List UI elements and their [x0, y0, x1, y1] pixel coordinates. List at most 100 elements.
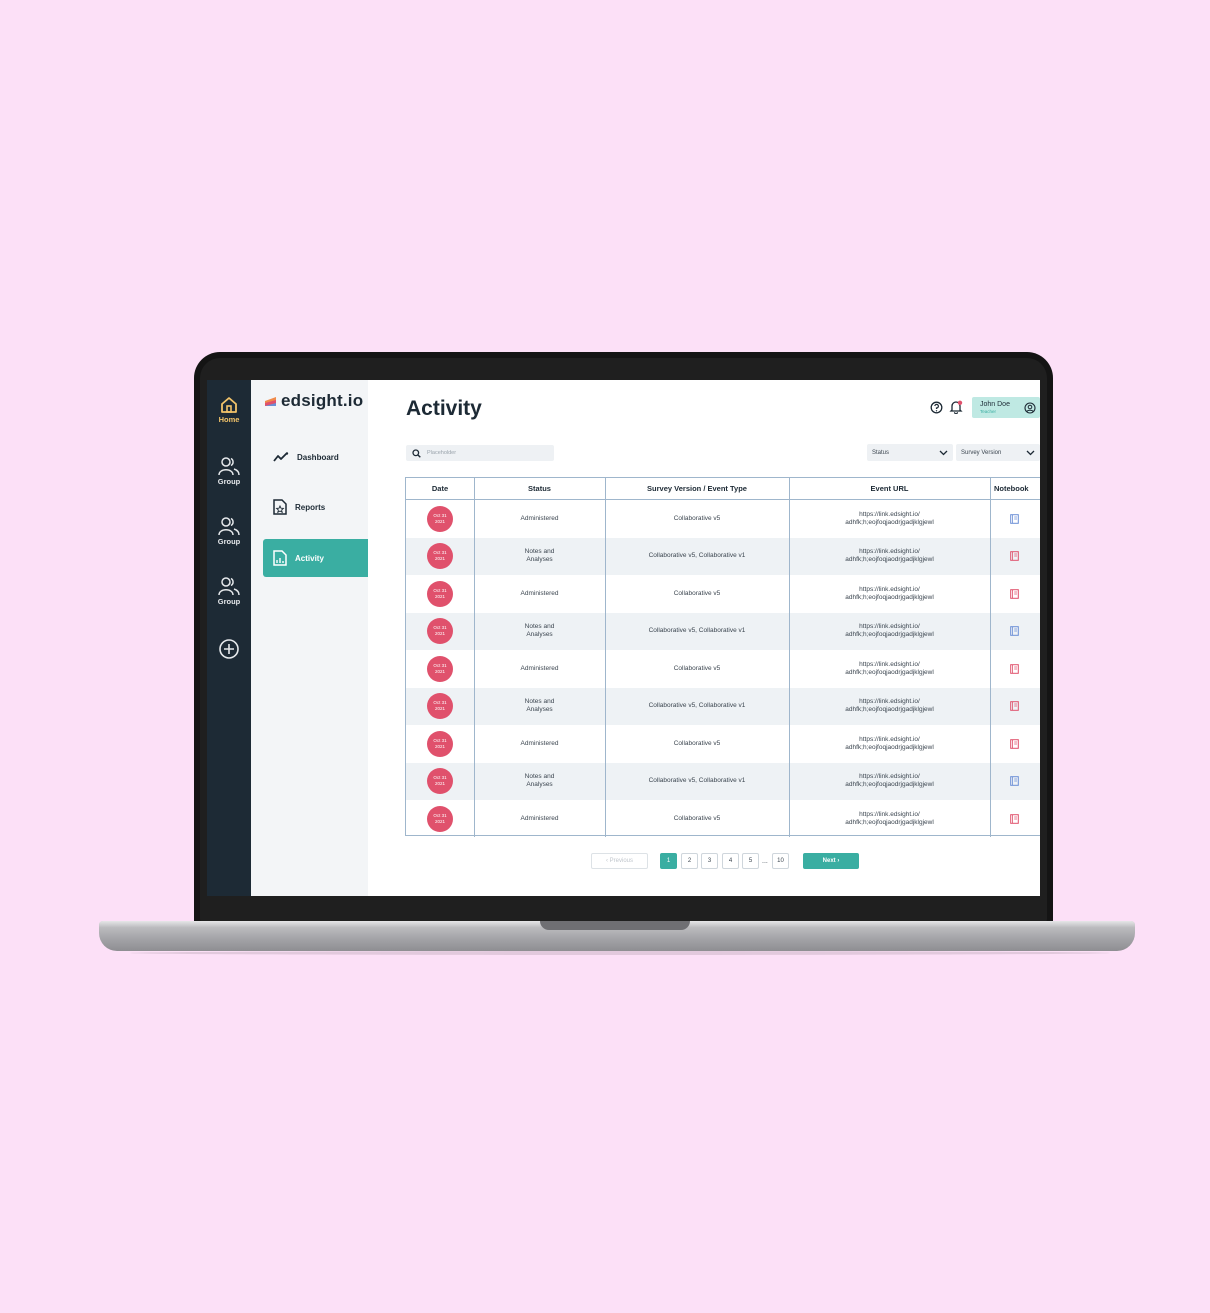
table-row[interactable]: Oct 31 2021 Notes and Analyses Collaborativ… [406, 537, 1040, 576]
next-page-button[interactable]: Next › [803, 853, 859, 869]
event-url-cell[interactable]: https://link.edsight.io/adhfk;h;eojfoqja… [789, 688, 990, 726]
user-menu[interactable]: John Doe Teacher [972, 397, 1040, 418]
date-badge: Oct 31 2021 [427, 730, 453, 757]
notebook-cell[interactable] [990, 575, 1040, 613]
logo-text: edsight.io [281, 391, 364, 410]
app-logo[interactable]: edsight.io [264, 391, 363, 411]
event-url-cell[interactable]: https://link.edsight.io/adhfk;h;eojfoqja… [789, 500, 990, 538]
event-url-cell[interactable]: https://link.edsight.io/adhfk;h;eojfoqja… [789, 800, 990, 838]
notebook-icon[interactable] [1010, 513, 1019, 524]
header-actions [930, 400, 963, 414]
notebook-icon[interactable] [1010, 738, 1019, 749]
page-button-1[interactable]: 1 [660, 853, 677, 869]
survey-cell: Collaborative v5 [673, 739, 721, 747]
page-button-2[interactable]: 2 [681, 853, 698, 869]
date-cell: Oct 31 2021 [406, 500, 474, 538]
bell-icon[interactable] [949, 400, 963, 414]
notebook-cell[interactable] [990, 500, 1040, 538]
event-url-line1: https://link.edsight.io/ [859, 623, 920, 631]
rail-item-group-3[interactable]: Group [207, 576, 251, 606]
notebook-cell[interactable] [990, 650, 1040, 688]
table-row[interactable]: Oct 31 2021 Administered Collaborative v5 ht… [406, 725, 1040, 763]
event-url-line1: https://link.edsight.io/ [859, 585, 920, 593]
add-group-button[interactable] [207, 638, 251, 660]
date-month-day: Oct 31 [433, 625, 447, 631]
column-header-survey[interactable]: Survey Version / Event Type [605, 478, 789, 499]
event-url-cell[interactable]: https://link.edsight.io/adhfk;h;eojfoqja… [789, 538, 990, 576]
rail-item-label: Group [217, 537, 241, 546]
column-divider [990, 478, 991, 837]
event-url-line2: adhfk;h;eojfoqjaodrjgadjklgjewl [845, 743, 934, 751]
survey-cell: Collaborative v5, Collaborative v1 [648, 627, 746, 635]
survey-cell: Collaborative v5 [673, 814, 721, 822]
notebook-icon[interactable] [1010, 588, 1019, 599]
event-url-cell[interactable]: https://link.edsight.io/adhfk;h;eojfoqja… [789, 763, 990, 801]
notebook-icon[interactable] [1010, 701, 1019, 712]
column-header-notebook[interactable]: Notebook [990, 478, 1040, 499]
page-button-4[interactable]: 4 [722, 853, 739, 869]
status-cell: Administered [520, 664, 559, 672]
event-url-cell[interactable]: https://link.edsight.io/adhfk;h;eojfoqja… [789, 613, 990, 651]
notebook-cell[interactable] [990, 725, 1040, 763]
rail-item-home[interactable]: Home [207, 396, 251, 424]
table-row[interactable]: Oct 31 2021 Notes and Analyses Collaborativ… [406, 612, 1040, 651]
date-year: 2021 [434, 518, 445, 524]
event-url-line1: https://link.edsight.io/ [859, 773, 920, 781]
page-button-5[interactable]: 5 [742, 853, 759, 869]
date-badge: Oct 31 2021 [427, 580, 453, 607]
sidebar-item-reports[interactable]: Reports [263, 488, 368, 526]
date-cell: Oct 31 2021 [406, 725, 474, 763]
event-url-cell[interactable]: https://link.edsight.io/adhfk;h;eojfoqja… [789, 725, 990, 763]
rail-item-group-1[interactable]: Group [207, 456, 251, 486]
notebook-icon[interactable] [1010, 776, 1019, 787]
sidebar-item-activity[interactable]: Activity [263, 539, 368, 577]
table-row[interactable]: Oct 31 2021 Administered Collaborative v5 ht… [406, 650, 1040, 688]
laptop-notch [540, 921, 690, 930]
column-header-event-url[interactable]: Event URL [789, 478, 990, 499]
notebook-cell[interactable] [990, 688, 1040, 726]
status-cell: Notes and Analyses [524, 773, 555, 789]
table-row[interactable]: Oct 31 2021 Notes and Analyses Collaborativ… [406, 687, 1040, 726]
column-header-status[interactable]: Status [474, 478, 605, 499]
notebook-icon[interactable] [1010, 663, 1019, 674]
event-url-line1: https://link.edsight.io/ [859, 660, 920, 668]
survey-version-filter[interactable]: Survey Version [956, 444, 1040, 461]
event-url-cell[interactable]: https://link.edsight.io/adhfk;h;eojfoqja… [789, 650, 990, 688]
sidebar: edsight.io Dashboard Reports Activity [251, 380, 368, 896]
notebook-cell[interactable] [990, 763, 1040, 801]
page-button-10[interactable]: 10 [772, 853, 789, 869]
rail-item-group-2[interactable]: Group [207, 516, 251, 546]
status-cell: Administered [520, 814, 559, 822]
date-month-day: Oct 31 [433, 737, 447, 743]
table-row[interactable]: Oct 31 2021 Notes and Analyses Collaborativ… [406, 762, 1040, 801]
status-cell: Administered [520, 514, 559, 522]
notebook-icon[interactable] [1010, 813, 1019, 824]
event-url-line2: adhfk;h;eojfoqjaodrjgadjklgjewl [845, 518, 934, 526]
column-divider [789, 478, 790, 837]
notebook-icon[interactable] [1010, 551, 1019, 562]
help-icon[interactable] [930, 401, 943, 414]
notebook-icon[interactable] [1010, 626, 1019, 637]
user-avatar-icon [1024, 402, 1036, 414]
event-url-cell[interactable]: https://link.edsight.io/adhfk;h;eojfoqja… [789, 575, 990, 613]
previous-page-button[interactable]: ‹ Previous [591, 853, 648, 869]
search-input[interactable]: Placeholder [406, 445, 554, 461]
date-cell: Oct 31 2021 [406, 538, 474, 576]
activity-chart-icon [273, 550, 287, 566]
table-row[interactable]: Oct 31 2021 Administered Collaborative v5 ht… [406, 575, 1040, 613]
notebook-cell[interactable] [990, 538, 1040, 576]
status-cell: Notes and Analyses [524, 623, 555, 639]
group-icon [218, 577, 240, 596]
table-row[interactable]: Oct 31 2021 Administered Collaborative v5 ht… [406, 500, 1040, 538]
page-button-3[interactable]: 3 [701, 853, 718, 869]
survey-cell: Collaborative v5, Collaborative v1 [648, 777, 746, 785]
table-row[interactable]: Oct 31 2021 Administered Collaborative v5 ht… [406, 800, 1040, 838]
status-filter[interactable]: Status [867, 444, 953, 461]
sidebar-item-dashboard[interactable]: Dashboard [263, 438, 368, 476]
event-url-line2: adhfk;h;eojfoqjaodrjgadjklgjewl [845, 593, 934, 601]
notebook-cell[interactable] [990, 613, 1040, 651]
column-header-date[interactable]: Date [406, 478, 474, 499]
event-url-line1: https://link.edsight.io/ [859, 698, 920, 706]
notebook-cell[interactable] [990, 800, 1040, 838]
status-cell: Notes and Analyses [524, 698, 555, 714]
